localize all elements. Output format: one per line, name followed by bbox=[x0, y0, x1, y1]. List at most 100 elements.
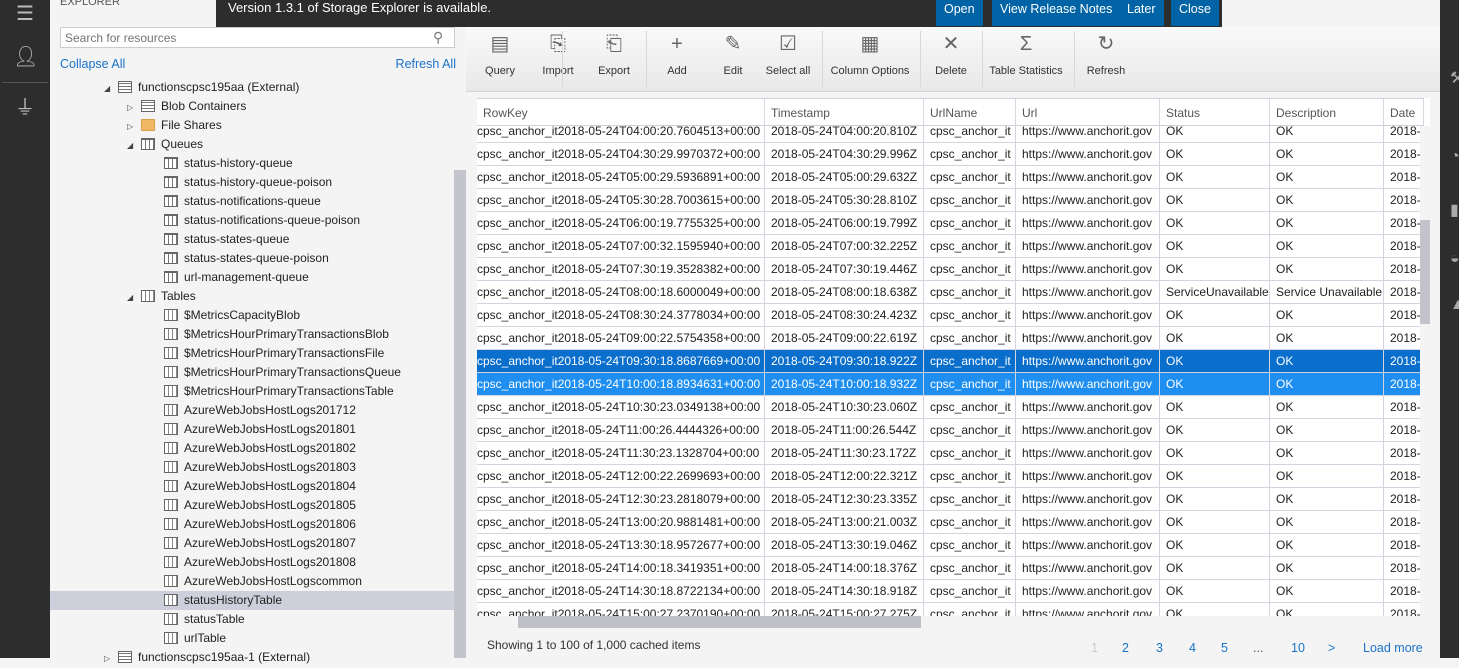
tree-item[interactable]: url-management-queue bbox=[150, 268, 309, 287]
table-row[interactable]: cpsc_anchor_it2018-05-24T07:00:32.159594… bbox=[477, 235, 1424, 258]
page-2-button[interactable]: 2 bbox=[1122, 641, 1129, 655]
horizontal-scroll-thumb[interactable] bbox=[518, 616, 921, 628]
toolbar-column-options-button[interactable]: ▦ Column Options bbox=[824, 27, 916, 92]
table-row[interactable]: cpsc_anchor_it2018-05-24T04:30:29.997037… bbox=[477, 143, 1424, 166]
toolbar-add-button[interactable]: + Add bbox=[650, 27, 704, 92]
close-button[interactable]: Close bbox=[1171, 0, 1219, 26]
tree-item[interactable]: AzureWebJobsHostLogs201801 bbox=[150, 420, 356, 439]
table-row[interactable]: cpsc_anchor_it2018-05-24T12:30:23.281807… bbox=[477, 488, 1424, 511]
toolbar-import-button[interactable]: ⎘ Import bbox=[532, 27, 584, 92]
tree-item[interactable]: status-history-queue bbox=[150, 154, 293, 173]
tree-item[interactable]: AzureWebJobsHostLogscommon bbox=[150, 572, 362, 591]
later-button[interactable]: Later bbox=[1119, 0, 1164, 26]
tree-item[interactable]: statusTable bbox=[150, 610, 245, 629]
page-5-button[interactable]: 5 bbox=[1221, 641, 1228, 655]
table-row[interactable]: cpsc_anchor_it2018-05-24T14:30:18.872213… bbox=[477, 580, 1424, 603]
horizontal-scrollbar[interactable] bbox=[477, 616, 1430, 628]
tree-item[interactable]: AzureWebJobsHostLogs201802 bbox=[150, 439, 356, 458]
azure-icon[interactable]: ▲ bbox=[1450, 296, 1459, 314]
tree-item[interactable]: AzureWebJobsHostLogs201807 bbox=[150, 534, 356, 553]
tree-item[interactable]: ◢ Tables bbox=[127, 287, 196, 306]
open-button[interactable]: Open bbox=[936, 0, 983, 26]
tree-item[interactable]: $MetricsHourPrimaryTransactionsFile bbox=[150, 344, 384, 363]
panel-icon[interactable]: ▮ bbox=[1450, 200, 1459, 220]
expanded-arrow-icon[interactable]: ◢ bbox=[127, 288, 141, 307]
tree-item[interactable]: statusHistoryTable bbox=[50, 591, 454, 610]
collapsed-arrow-icon[interactable]: ▷ bbox=[104, 649, 118, 668]
tree-item[interactable]: AzureWebJobsHostLogs201804 bbox=[150, 477, 356, 496]
tree-item[interactable]: urlTable bbox=[150, 629, 226, 648]
refresh-all-link[interactable]: Refresh All bbox=[396, 57, 456, 71]
next-page-button[interactable]: > bbox=[1328, 641, 1335, 655]
tree-item[interactable]: ◢ Queues bbox=[127, 135, 203, 154]
page-1-button[interactable]: 1 bbox=[1091, 641, 1098, 655]
table-row[interactable]: cpsc_anchor_it2018-05-24T05:30:28.700361… bbox=[477, 189, 1424, 212]
tree-item[interactable]: $MetricsHourPrimaryTransactionsTable bbox=[150, 382, 394, 401]
search-icon[interactable]: ⚲ bbox=[433, 29, 443, 46]
collapsed-arrow-icon[interactable]: ▷ bbox=[127, 117, 141, 136]
table-row[interactable]: cpsc_anchor_it2018-05-24T09:30:18.868766… bbox=[477, 350, 1424, 373]
view-release-notes-button[interactable]: View Release Notes bbox=[992, 0, 1121, 26]
tree-item[interactable]: $MetricsCapacityBlob bbox=[150, 306, 300, 325]
toolbar-delete-button[interactable]: ✕ Delete bbox=[926, 27, 976, 92]
vertical-scrollbar[interactable] bbox=[1420, 126, 1430, 616]
bowl-icon[interactable]: ◒ bbox=[1450, 250, 1459, 268]
tree-item[interactable]: status-notifications-queue-poison bbox=[150, 211, 360, 230]
table-row[interactable]: cpsc_anchor_it2018-05-24T11:30:23.132870… bbox=[477, 442, 1424, 465]
tree-item[interactable]: $MetricsHourPrimaryTransactionsBlob bbox=[150, 325, 389, 344]
table-row[interactable]: cpsc_anchor_it2018-05-24T12:00:22.269969… bbox=[477, 465, 1424, 488]
load-more-link[interactable]: Load more bbox=[1363, 641, 1423, 655]
table-row[interactable]: cpsc_anchor_it2018-05-24T13:00:20.988148… bbox=[477, 511, 1424, 534]
tree-item[interactable]: AzureWebJobsHostLogs201806 bbox=[150, 515, 356, 534]
table-row[interactable]: cpsc_anchor_it2018-05-24T11:00:26.444432… bbox=[477, 419, 1424, 442]
toolbar-table-statistics-button[interactable]: Σ Table Statistics bbox=[986, 27, 1066, 92]
table-row[interactable]: cpsc_anchor_it2018-05-24T08:30:24.377803… bbox=[477, 304, 1424, 327]
vertical-scroll-thumb[interactable] bbox=[1420, 220, 1430, 324]
toolbar-select-all-button[interactable]: ☑ Select all bbox=[762, 27, 814, 92]
toolbar-query-button[interactable]: ▤ Query bbox=[470, 27, 530, 92]
tree-item[interactable]: status-history-queue-poison bbox=[150, 173, 332, 192]
search-input[interactable] bbox=[60, 27, 455, 48]
toolbar-edit-button[interactable]: ✎ Edit bbox=[706, 27, 760, 92]
expanded-arrow-icon[interactable]: ◢ bbox=[127, 136, 141, 155]
account-icon[interactable]: 👤︎ bbox=[13, 45, 38, 69]
tree-item[interactable]: AzureWebJobsHostLogs201803 bbox=[150, 458, 356, 477]
table-row[interactable]: cpsc_anchor_it2018-05-24T04:00:20.760451… bbox=[477, 120, 1424, 143]
tree-item[interactable]: ▷ Blob Containers bbox=[127, 97, 246, 116]
explorer-icon[interactable]: ☰ bbox=[13, 2, 37, 26]
table-row[interactable]: cpsc_anchor_it2018-05-24T05:00:29.593689… bbox=[477, 166, 1424, 189]
tool-icon[interactable]: ⚒ bbox=[1450, 68, 1459, 88]
collapse-all-link[interactable]: Collapse All bbox=[60, 57, 125, 71]
page-4-button[interactable]: 4 bbox=[1189, 641, 1196, 655]
cell-date: 2018- bbox=[1384, 580, 1424, 603]
collapsed-arrow-icon[interactable]: ▷ bbox=[127, 98, 141, 117]
tree-item[interactable]: AzureWebJobsHostLogs201808 bbox=[150, 553, 356, 572]
tree-item[interactable]: status-states-queue bbox=[150, 230, 289, 249]
tree-item[interactable]: ▷ File Shares bbox=[127, 116, 222, 135]
tree-item[interactable]: ◢ functionscpsc195aa (External) bbox=[104, 78, 299, 97]
table-row[interactable]: cpsc_anchor_it2018-05-24T09:00:22.575435… bbox=[477, 327, 1424, 350]
cell-urlname: cpsc_anchor_it bbox=[924, 189, 1016, 212]
plug-icon[interactable]: ⏚ bbox=[13, 96, 37, 120]
toolbar-refresh-button[interactable]: ↻ Refresh bbox=[1076, 27, 1136, 92]
toolbar-export-button[interactable]: ⎗ Export bbox=[586, 27, 642, 92]
cell-url: https://www.anchorit.gov bbox=[1016, 212, 1160, 235]
page-10-button[interactable]: 10 bbox=[1291, 641, 1305, 655]
table-row[interactable]: cpsc_anchor_it2018-05-24T10:00:18.893463… bbox=[477, 373, 1424, 396]
table-row[interactable]: cpsc_anchor_it2018-05-24T06:00:19.775532… bbox=[477, 212, 1424, 235]
tree-item[interactable]: AzureWebJobsHostLogs201805 bbox=[150, 496, 356, 515]
table-row[interactable]: cpsc_anchor_it2018-05-24T07:30:19.352838… bbox=[477, 258, 1424, 281]
globe-icon[interactable]: ◔ bbox=[1450, 148, 1459, 166]
table-row[interactable]: cpsc_anchor_it2018-05-24T14:00:18.341935… bbox=[477, 557, 1424, 580]
tree-item-label: status-states-queue bbox=[184, 232, 290, 246]
tree-item[interactable]: status-states-queue-poison bbox=[150, 249, 329, 268]
table-row[interactable]: cpsc_anchor_it2018-05-24T08:00:18.600004… bbox=[477, 281, 1424, 304]
tree-item[interactable]: $MetricsHourPrimaryTransactionsQueue bbox=[150, 363, 401, 382]
page-3-button[interactable]: 3 bbox=[1156, 641, 1163, 655]
table-row[interactable]: cpsc_anchor_it2018-05-24T13:30:18.957267… bbox=[477, 534, 1424, 557]
tree-item[interactable]: AzureWebJobsHostLogs201712 bbox=[150, 401, 356, 420]
table-row[interactable]: cpsc_anchor_it2018-05-24T10:30:23.034913… bbox=[477, 396, 1424, 419]
tree-scrollbar[interactable] bbox=[454, 170, 466, 658]
tree-item[interactable]: status-notifications-queue bbox=[150, 192, 321, 211]
expanded-arrow-icon[interactable]: ◢ bbox=[104, 79, 118, 98]
